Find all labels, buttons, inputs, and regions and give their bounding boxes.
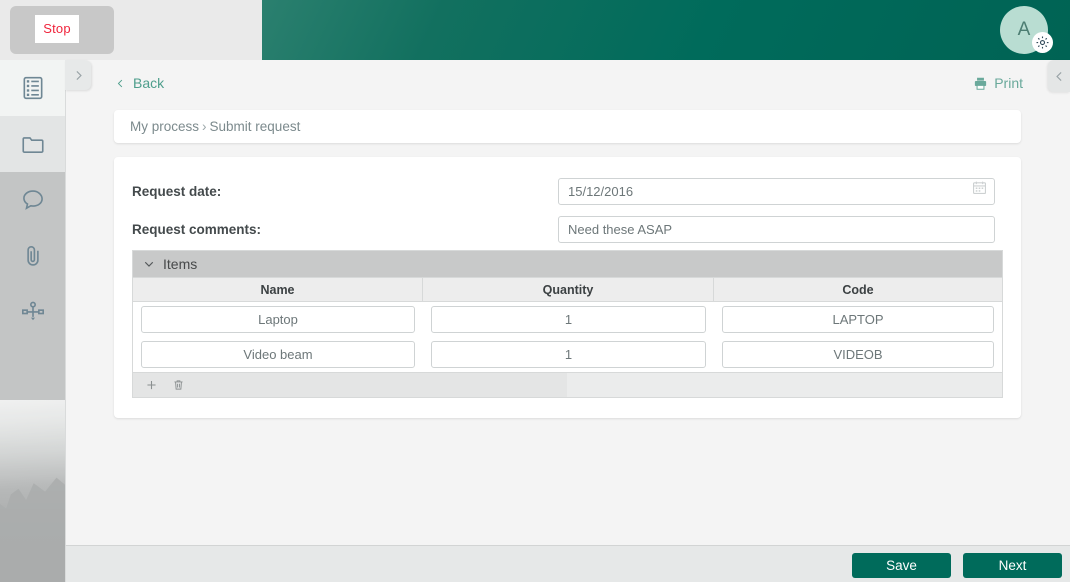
paperclip-icon <box>26 246 39 266</box>
item-name-input[interactable] <box>141 341 415 368</box>
automation-control-panel: Stop <box>10 6 114 54</box>
item-quantity-input[interactable] <box>431 341 706 368</box>
save-button[interactable]: Save <box>852 553 951 578</box>
comment-bubble-icon <box>22 190 43 210</box>
add-row-button[interactable] <box>145 378 158 392</box>
automation-top-strip: Stop A <box>0 0 1070 60</box>
table-row <box>133 302 1002 337</box>
sidebar-background-photo <box>0 400 65 582</box>
content-toolbar: Back Print <box>66 60 1070 110</box>
item-quantity-input[interactable] <box>431 306 706 333</box>
column-header-name: Name <box>133 278 423 301</box>
sidebar-item-documents[interactable] <box>0 116 65 172</box>
back-label: Back <box>133 75 165 91</box>
cell-name <box>133 341 423 368</box>
breadcrumb: My process › Submit request <box>130 119 300 134</box>
items-grid: Items Name Quantity Code <box>132 250 1003 398</box>
stop-button[interactable]: Stop <box>35 15 79 43</box>
right-panel-collapse-handle[interactable] <box>1048 60 1070 92</box>
sidebar-item-attachments[interactable] <box>0 228 65 284</box>
request-date-label: Request date: <box>132 183 222 199</box>
breadcrumb-root[interactable]: My process <box>130 119 199 134</box>
request-date-input[interactable] <box>558 177 995 205</box>
calendar-icon[interactable] <box>972 180 987 195</box>
chevron-right-icon <box>75 70 82 80</box>
print-label: Print <box>994 75 1023 91</box>
next-button[interactable]: Next <box>963 553 1062 578</box>
plus-icon <box>147 380 156 390</box>
cell-quantity <box>423 306 714 333</box>
chevron-down-icon <box>144 261 154 267</box>
cell-name <box>133 306 423 333</box>
sidebar-rail <box>0 60 65 582</box>
table-row <box>133 337 1002 372</box>
chevron-left-icon <box>117 79 123 87</box>
delete-row-button[interactable] <box>172 378 185 392</box>
sidebar-item-comments[interactable] <box>0 172 65 228</box>
trash-icon <box>174 380 183 390</box>
item-code-input[interactable] <box>722 341 994 368</box>
sidebar-item-form[interactable] <box>0 60 65 116</box>
cell-code <box>714 341 1002 368</box>
print-button[interactable]: Print <box>973 75 1023 91</box>
item-name-input[interactable] <box>141 306 415 333</box>
breadcrumb-card: My process › Submit request <box>114 110 1021 143</box>
field-request-date: Request date: <box>114 172 1021 210</box>
items-grid-header[interactable]: Items <box>133 251 1002 277</box>
item-code-input[interactable] <box>722 306 994 333</box>
breadcrumb-separator: › <box>202 119 207 134</box>
gear-icon[interactable] <box>1032 32 1053 53</box>
process-diagram-icon <box>21 301 44 321</box>
breadcrumb-current: Submit request <box>209 119 301 134</box>
sidebar-expand-handle[interactable] <box>65 60 91 90</box>
chevron-left-icon <box>1055 71 1062 81</box>
main-content: Back Print My process › Submit request Req… <box>65 60 1070 545</box>
app-header-bar: A <box>262 0 1070 60</box>
column-header-quantity: Quantity <box>423 278 714 301</box>
items-grid-footer <box>133 372 1002 397</box>
action-footer: Save Next <box>65 545 1070 582</box>
sidebar-item-process-diagram[interactable] <box>0 284 65 340</box>
cell-quantity <box>423 341 714 368</box>
items-grid-column-headers: Name Quantity Code <box>133 277 1002 302</box>
field-request-comments: Request comments: <box>114 210 1021 248</box>
folder-icon <box>21 137 44 153</box>
application-window: Stop A Back Print My process › Submit re… <box>0 0 1070 582</box>
column-header-code: Code <box>842 282 874 297</box>
request-comments-label: Request comments: <box>132 221 262 237</box>
back-button[interactable]: Back <box>115 75 164 91</box>
printer-icon <box>975 77 987 90</box>
form-list-icon <box>23 76 42 100</box>
items-grid-title: Items <box>163 256 198 272</box>
cell-code <box>714 306 1002 333</box>
request-comments-input[interactable] <box>558 215 995 243</box>
request-form-card: Request date: Request comments: <box>114 157 1021 418</box>
